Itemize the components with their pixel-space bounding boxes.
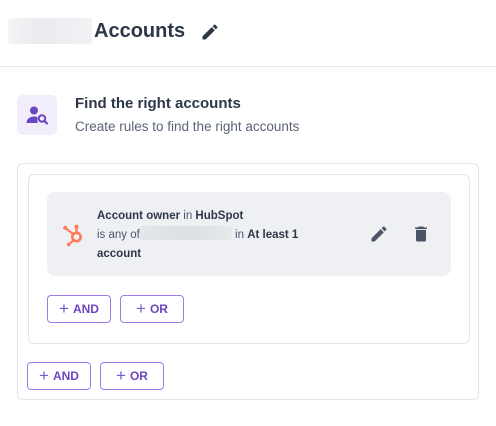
user-search-icon [17,95,57,135]
edit-rule-button[interactable] [367,222,391,246]
delete-rule-button[interactable] [409,222,433,246]
section-subtitle: Create rules to find the right accounts [75,119,300,134]
rule-field: Account owner [97,210,181,222]
pencil-icon [371,226,387,242]
plus-icon: + [136,299,146,318]
outer-rule-group: Account owner in HubSpot is any of in At… [17,163,479,400]
plus-icon: + [39,366,49,385]
pencil-icon [202,24,218,40]
or-label: OR [129,369,148,383]
inner-rule-group: Account owner in HubSpot is any of in At… [28,174,470,344]
rule-row: Account owner in HubSpot is any of in At… [47,192,451,276]
rule-in-word: in [183,210,193,222]
rule-operator: is any of [97,229,140,241]
page-header: Accounts [0,0,496,67]
redacted-prefix [8,18,92,44]
edit-title-button[interactable] [198,20,222,44]
section-title: Find the right accounts [75,95,241,112]
rule-description: Account owner in HubSpot is any of in At… [97,207,319,264]
or-label: OR [149,302,168,316]
trash-icon [415,226,427,242]
outer-add-and-button[interactable]: + AND [27,362,91,390]
inner-add-or-button[interactable]: + OR [120,295,184,323]
outer-add-or-button[interactable]: + OR [100,362,164,390]
rule-quantifier-unit: account [97,248,142,260]
page-title: Accounts [94,20,186,42]
plus-icon: + [116,366,126,385]
rule-in-word-2: in [235,229,244,241]
and-label: AND [72,302,99,316]
rule-source: HubSpot [195,210,244,222]
plus-icon: + [59,299,69,318]
inner-add-and-button[interactable]: + AND [47,295,111,323]
and-label: AND [52,369,79,383]
hubspot-icon [63,224,82,247]
rule-quantifier: At least 1 [247,229,299,241]
redacted-values [139,226,232,240]
